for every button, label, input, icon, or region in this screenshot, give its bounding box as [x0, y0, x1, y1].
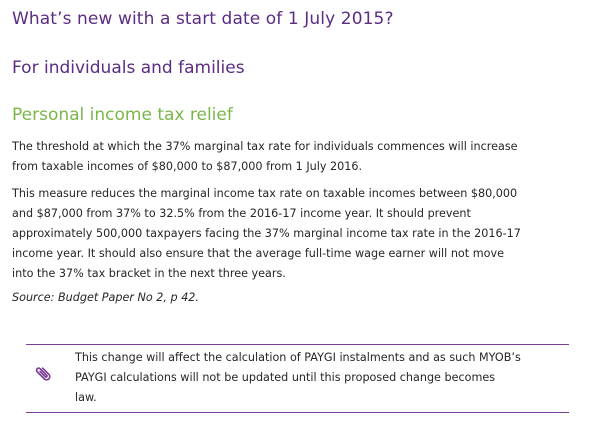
section-heading: For individuals and families [12, 58, 245, 78]
paragraph-measure: This measure reduces the marginal income… [12, 184, 521, 284]
main-heading: What’s new with a start date of 1 July 2… [12, 9, 394, 29]
paperclip-icon [35, 367, 51, 381]
source-citation: Source: Budget Paper No 2, p 42. [12, 291, 199, 304]
note-text: This change will affect the calculation … [75, 348, 521, 408]
paragraph-line: from taxable incomes of $80,000 to $87,0… [12, 160, 363, 173]
paragraph-line: This measure reduces the marginal income… [12, 187, 518, 200]
paragraph-line: The threshold at which the 37% marginal … [12, 140, 518, 153]
paragraph-line: into the 37% tax bracket in the next thr… [12, 267, 286, 280]
note-line: law. [75, 391, 97, 404]
note-top-rule [26, 344, 569, 345]
paragraph-line: approximately 500,000 taxpayers facing t… [12, 227, 521, 240]
paragraph-threshold: The threshold at which the 37% marginal … [12, 137, 518, 177]
note-line: PAYGI calculations will not be updated u… [75, 371, 496, 384]
paragraph-line: income year. It should also ensure that … [12, 247, 504, 260]
subsection-heading: Personal income tax relief [12, 105, 233, 125]
note-bottom-rule [26, 412, 569, 413]
note-line: This change will affect the calculation … [75, 351, 521, 364]
paragraph-line: and $87,000 from 37% to 32.5% from the 2… [12, 207, 471, 220]
